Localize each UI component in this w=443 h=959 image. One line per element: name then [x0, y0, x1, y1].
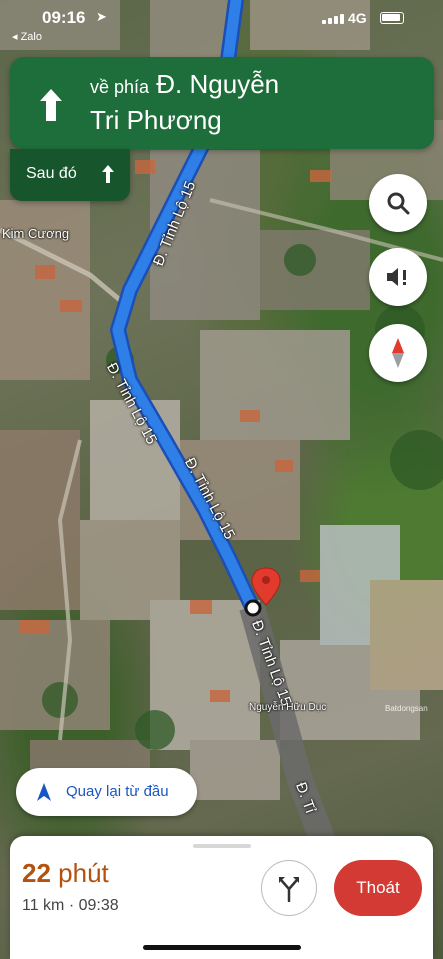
trip-distance-arrival: 11 km · 09:38 [22, 897, 119, 914]
search-button[interactable] [369, 174, 427, 232]
alternate-routes-button[interactable] [261, 860, 317, 916]
watermark: Batdongsan [385, 704, 428, 713]
direction-line-1: về phía Đ. Nguyễn [90, 69, 280, 99]
trip-summary-sheet[interactable]: 22 phút 11 km · 09:38 Thoát [10, 836, 433, 959]
navigation-arrow-icon [37, 783, 51, 801]
search-icon [387, 192, 410, 215]
then-banner[interactable]: Sau đó [10, 149, 130, 201]
compass-button[interactable] [369, 324, 427, 382]
current-location-marker [244, 599, 262, 617]
straight-arrow-icon [40, 89, 62, 121]
location-arrow-icon: ➤ [96, 9, 107, 24]
speaker-alert-icon [387, 268, 406, 286]
poi-label: Nguyễn Hữu Dục [249, 702, 327, 713]
area-label: Kim Cương [2, 226, 70, 241]
recenter-button[interactable]: Quay lại từ đầu [16, 768, 197, 816]
then-label: Sau đó [26, 165, 77, 182]
fork-route-icon [279, 877, 299, 902]
straight-arrow-icon [102, 165, 114, 183]
next-turn-banner[interactable]: về phía Đ. Nguyễn Tri Phương [10, 57, 434, 149]
status-bar: 09:16 ➤ ◂ Zalo 4G [0, 0, 443, 44]
sheet-handle[interactable] [193, 844, 251, 848]
network-type: 4G [348, 10, 367, 26]
exit-button[interactable]: Thoát [334, 860, 422, 916]
status-time: 09:16 [42, 8, 86, 27]
signal-icon [322, 14, 344, 24]
sound-button[interactable] [369, 248, 427, 306]
recenter-label: Quay lại từ đầu [66, 783, 169, 800]
direction-line-2: Tri Phương [90, 105, 222, 135]
compass-icon [392, 338, 404, 368]
home-indicator[interactable] [143, 945, 301, 950]
trip-duration: 22 phút [22, 858, 109, 888]
back-to-app-link[interactable]: ◂ Zalo [12, 30, 42, 43]
battery-icon [380, 12, 404, 24]
